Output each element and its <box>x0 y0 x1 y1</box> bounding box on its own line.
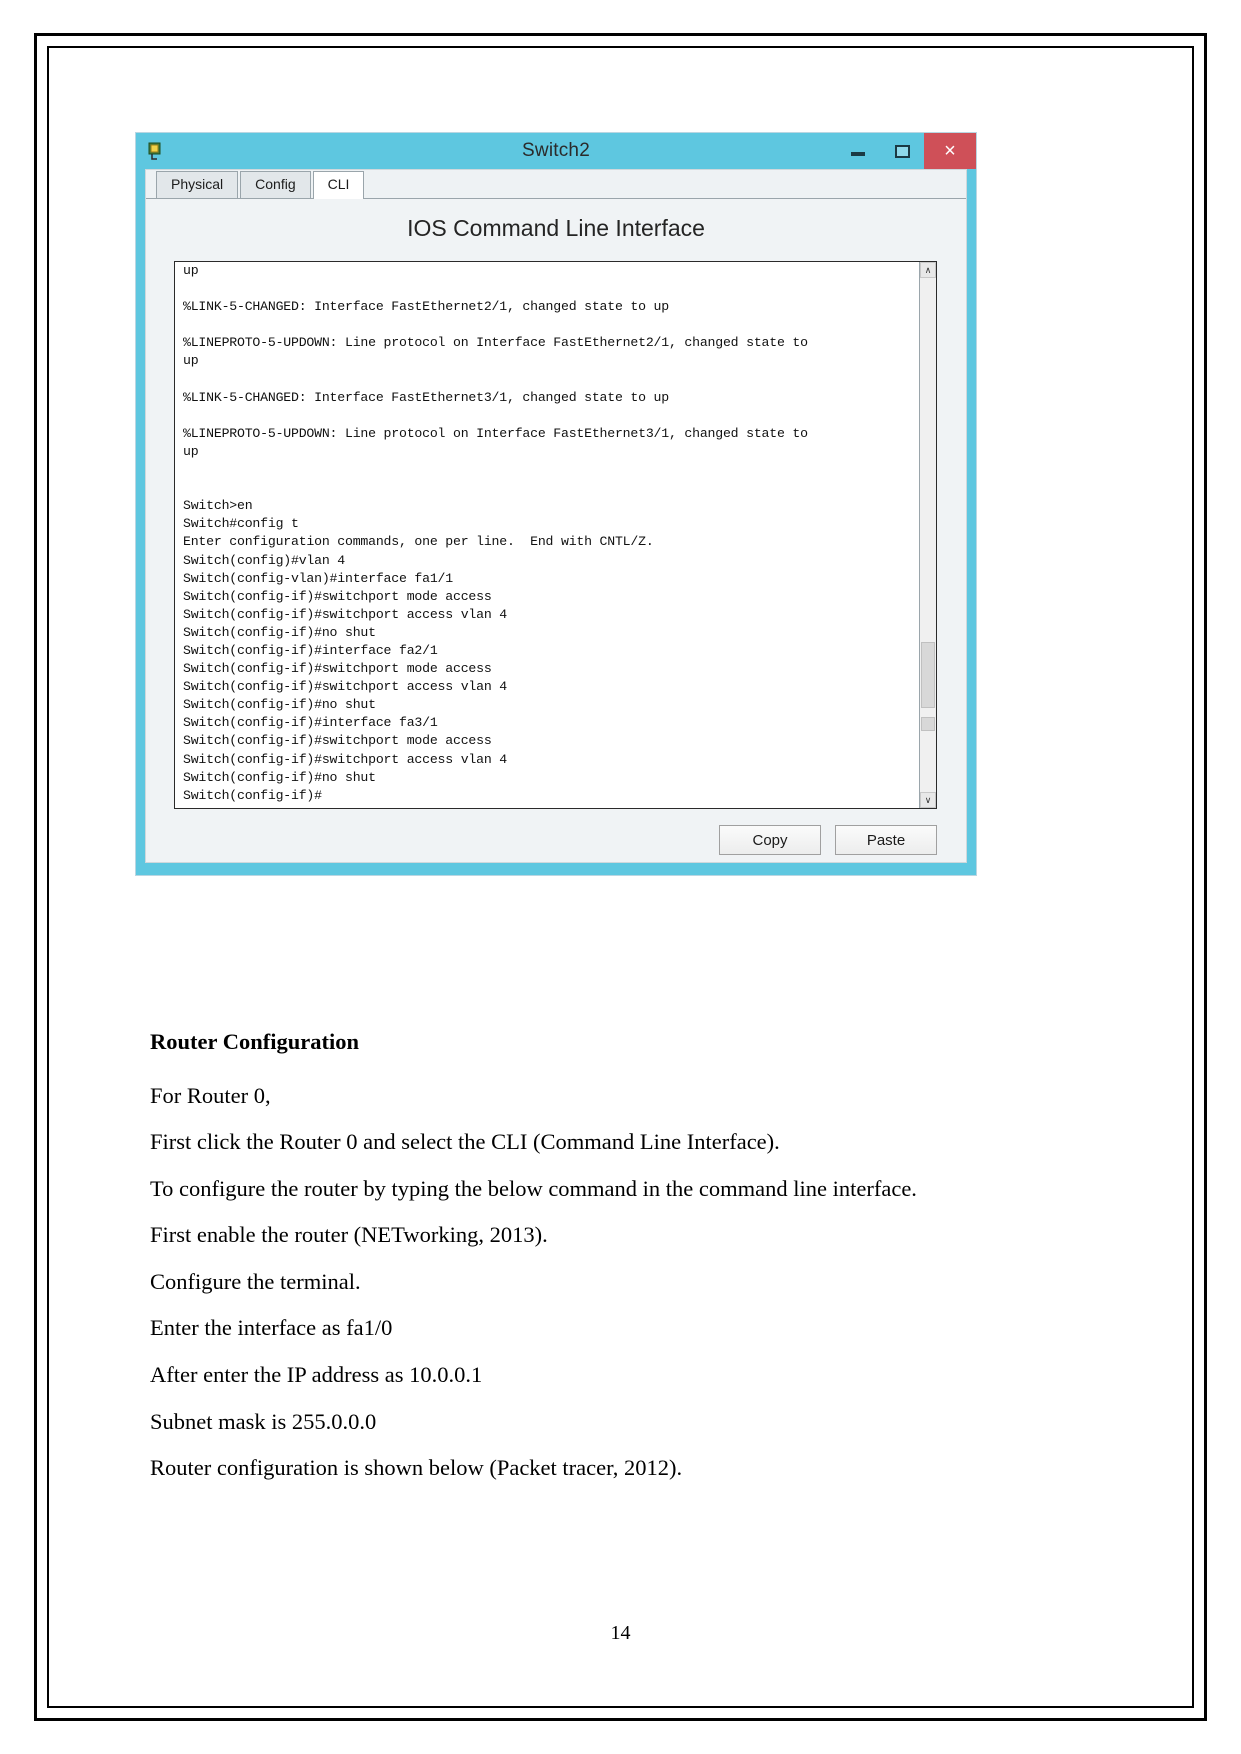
scrollbar-thumb[interactable] <box>921 642 935 708</box>
article-paragraph: After enter the IP address as 10.0.0.1 <box>150 1362 483 1388</box>
minimize-button[interactable] <box>836 133 880 169</box>
page-number: 14 <box>610 1622 631 1644</box>
close-icon[interactable]: × <box>924 133 976 169</box>
window-chrome: Switch2 × Physical Config CLI IOS Comman… <box>136 133 976 875</box>
article-paragraph: Configure the terminal. <box>150 1268 361 1294</box>
terminal-text: up %LINK-5-CHANGED: Interface FastEthern… <box>183 263 808 803</box>
maximize-button[interactable] <box>880 133 924 169</box>
terminal-scrollbar[interactable]: ∧ ∨ <box>919 262 936 808</box>
window-controls: × <box>836 133 976 169</box>
article-body: Router Configuration For Router 0, First… <box>150 1029 1050 1502</box>
tab-physical[interactable]: Physical <box>156 171 239 198</box>
article-paragraph: Router configuration is shown below (Pac… <box>150 1455 683 1481</box>
tabstrip: Physical Config CLI <box>146 170 966 199</box>
scroll-down-icon[interactable]: ∨ <box>920 792 936 808</box>
article-heading: Router Configuration <box>150 1029 359 1054</box>
tab-config[interactable]: Config <box>240 171 311 198</box>
cli-heading: IOS Command Line Interface <box>407 215 705 241</box>
packet-tracer-window: Switch2 × Physical Config CLI IOS Comman… <box>135 132 977 876</box>
terminal-output[interactable]: up %LINK-5-CHANGED: Interface FastEthern… <box>175 262 919 808</box>
window-titlebar: Switch2 × <box>136 133 976 169</box>
paste-button[interactable]: Paste <box>835 825 937 855</box>
scroll-up-icon[interactable]: ∧ <box>920 262 936 278</box>
article-paragraph: Subnet mask is 255.0.0.0 <box>150 1408 377 1434</box>
window-body: Physical Config CLI IOS Command Line Int… <box>145 169 967 863</box>
article-paragraph: For Router 0, <box>150 1082 271 1108</box>
cli-panel: IOS Command Line Interface up %LINK-5-CH… <box>146 199 966 862</box>
terminal-container: up %LINK-5-CHANGED: Interface FastEthern… <box>174 261 937 809</box>
article-paragraph: To configure the router by typing the be… <box>150 1175 917 1201</box>
cli-button-row: Copy Paste <box>174 825 937 857</box>
copy-button[interactable]: Copy <box>719 825 821 855</box>
article-paragraph: Enter the interface as fa1/0 <box>150 1315 393 1341</box>
tab-cli[interactable]: CLI <box>312 171 365 199</box>
article-paragraph: First enable the router (NETworking, 201… <box>150 1222 548 1248</box>
scrollbar-thumb-secondary[interactable] <box>921 717 935 731</box>
article-paragraph: First click the Router 0 and select the … <box>150 1129 780 1155</box>
